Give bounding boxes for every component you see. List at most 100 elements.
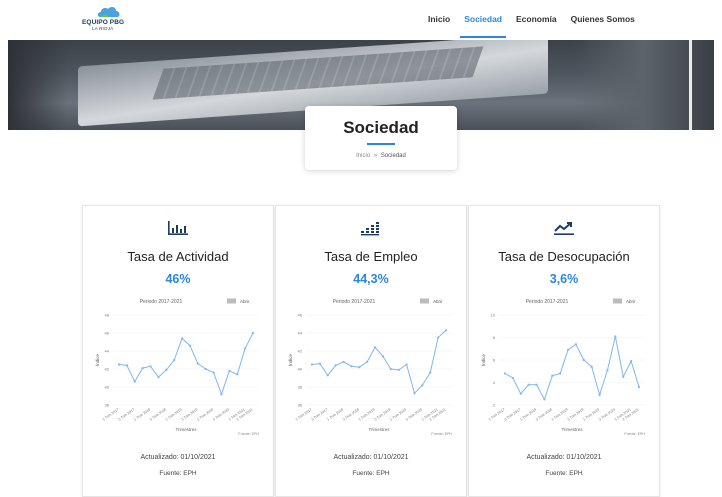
data-point [606,369,609,372]
data-point [543,398,546,401]
x-tick-label: 3 Trim 2020 [212,408,230,422]
x-axis-label: Trimestres [368,427,390,432]
card-value: 3,6% [549,272,579,286]
breadcrumb-separator: » [373,153,378,159]
data-point [444,329,448,332]
y-tick-label: 38 [105,403,110,408]
trend-chart-icon [554,222,574,235]
y-tick-label: 46 [105,331,110,336]
x-tick-label: 1 Trim 2020 [196,408,214,422]
legend-swatch [420,298,429,304]
card-tasa-empleo[interactable]: Tasa de Empleo 44,3% Periodo 2017-2021 Ab… [275,205,467,497]
card-title: Tasa de Actividad [127,249,229,264]
nav-item-inicio[interactable]: Inicio [428,14,450,24]
y-tick-label: 36 [298,403,303,408]
card-source: Fuente: EPH [159,470,197,477]
x-tick-label: 1 Trim 2017 [295,408,313,422]
card-tasa-desocupacion[interactable]: Tasa de Desocupación 3,6% Periodo 2017-2… [468,205,660,497]
x-tick-label: 1 Trim 2018 [519,408,537,422]
data-point [358,366,361,369]
site-logo[interactable]: EQUIPO PBG LA RIOJA [82,5,142,35]
x-tick-label: 3 Trim 2020 [598,408,616,422]
y-tick-label: 46 [298,313,303,318]
x-tick-label: 3 Trim 2020 [405,408,423,422]
data-point [373,346,377,349]
legend-swatch [227,298,236,304]
x-axis-label: Trimestres [175,427,197,432]
x-tick-label: 1 Trim 2017 [488,408,506,422]
data-point [366,360,369,363]
data-point [326,374,329,377]
data-point [165,368,168,371]
y-tick-label: 10 [491,313,496,318]
data-point [503,372,507,375]
data-point [397,368,400,371]
data-point [180,337,184,340]
x-tick-label: 1 Trim 2020 [582,408,600,422]
card-source: Fuente: EPH [352,470,390,477]
card-tasa-actividad[interactable]: Tasa de Actividad 46% Periodo 2017-2021 A… [82,205,274,497]
legend-swatch [613,298,622,304]
data-point [429,371,432,374]
logo-subtext: LA RIOJA [92,26,114,31]
x-tick-label: 3 Trim 2017 [117,408,135,422]
data-point [559,372,562,375]
card-updated-date: Actualizado: 01/10/2021 [526,454,602,461]
data-point [141,367,144,370]
data-point [381,355,385,358]
data-point [350,365,353,368]
chart-tasa-empleo: Periodo 2017-2021 Abrir 36 38 40 42 44 46 Índice… [287,298,452,436]
data-point [519,392,522,395]
legend-label: Abrir [240,299,250,304]
chart-tasa-actividad: Periodo 2017-2021 Abrir 38 40 42 44 46 48 Índice… [94,298,259,436]
breadcrumb-home-link[interactable]: Inicio [356,153,370,159]
y-tick-label: 42 [105,367,110,372]
series-line [504,336,640,401]
x-tick-label: 1 Trim 2019 [165,408,183,422]
site-header: EQUIPO PBG LA RIOJA Inicio Sociedad Econ… [0,0,722,40]
x-tick-label: 3 Trim 2017 [503,408,521,422]
data-point [117,363,121,366]
x-tick-label: 3 Trim 2018 [149,408,167,422]
data-point [566,348,570,351]
bar-chart-icon [168,221,188,235]
chart-title: Periodo 2017-2021 [140,299,183,305]
data-point [236,373,239,376]
data-point [228,369,231,372]
data-point [574,343,578,346]
card-value: 46% [165,272,191,286]
data-point [173,358,176,362]
x-tick-label: 1 Trim 2020 [389,408,407,422]
y-tick-label: 44 [105,349,110,354]
data-point [590,365,593,368]
data-point [622,375,625,378]
chart-source-note: Fuente: EPH [624,432,645,436]
card-updated-date: Actualizado: 01/10/2021 [140,454,216,461]
x-tick-label: 1 Trim 2019 [358,408,376,422]
y-tick-label: 6 [493,358,496,363]
y-tick-label: 42 [298,349,303,354]
x-tick-label: 3 Trim 2017 [310,408,328,422]
data-point [630,360,633,363]
data-point [437,336,440,339]
data-point [220,393,223,396]
y-tick-label: 40 [298,367,303,372]
data-point [318,362,321,365]
legend-label: Abrir [626,299,636,304]
y-tick-label: 38 [298,385,303,390]
data-point [212,371,215,374]
y-axis-label: Índice [287,354,293,367]
data-point [598,393,601,396]
data-point [551,374,554,377]
nav-item-economia[interactable]: Economía [516,14,557,24]
data-point [157,376,160,379]
chart-tasa-desocupacion: Periodo 2017-2021 Abrir 2 4 6 8 10 Índice 1 Trim… [480,298,645,436]
y-tick-label: 8 [493,335,496,340]
nav-item-quienes-somos[interactable]: Quienes Somos [571,14,635,24]
x-tick-label: 1 Trim 2017 [102,408,120,422]
data-point [310,363,314,366]
x-axis-label: Trimestres [561,427,583,432]
data-point [511,376,514,380]
data-point [389,367,392,371]
nav-item-sociedad[interactable]: Sociedad [460,14,506,38]
